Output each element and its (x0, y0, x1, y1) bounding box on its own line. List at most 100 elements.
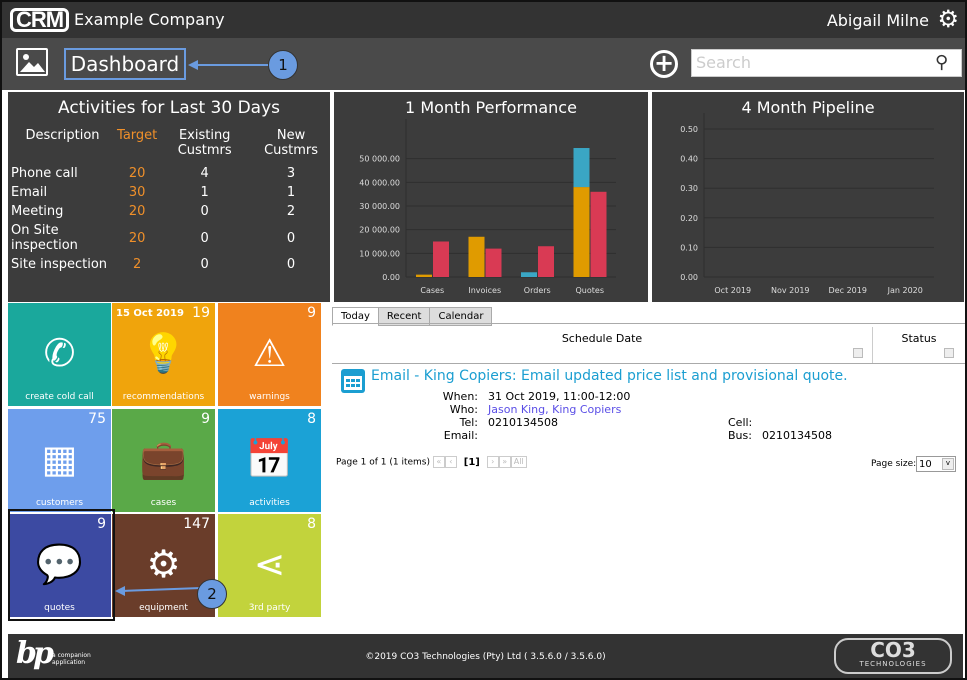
activity-row: Email 30 1 1 (8, 183, 330, 202)
activity-cell: 0 (200, 204, 209, 219)
tile-count: 9 (307, 305, 316, 321)
x-tick-label: Orders (524, 286, 551, 295)
x-tick-label: Jan 2020 (887, 286, 923, 295)
page-title: Dashboard (64, 48, 186, 80)
col-target: Target (117, 128, 158, 143)
last-page-button[interactable]: » (498, 456, 511, 468)
filter-dropdown[interactable] (944, 348, 954, 358)
filter-dropdown[interactable] (853, 348, 863, 358)
tile-3rd-party[interactable]: ⋖ 3rd party 8 (218, 514, 321, 617)
tile-label: cases (150, 498, 177, 508)
y-tick-label: 10 000.00 (359, 249, 400, 258)
selected-tile-outline (8, 509, 115, 621)
when-value: 31 Oct 2019, 11:00-12:00 (488, 390, 631, 403)
activities-table: Description Target Existing Custmrs New … (8, 128, 330, 274)
tile-create-cold-call[interactable]: ✆ create cold call (8, 303, 111, 406)
record-title-link[interactable]: Email - King Copiers: Email updated pric… (371, 368, 848, 384)
chevron-down-icon[interactable]: v (942, 458, 954, 470)
x-tick-label: Quotes (576, 286, 605, 295)
tile-label: warnings (249, 392, 290, 402)
search-input[interactable]: Search (691, 49, 962, 77)
add-icon[interactable]: + (650, 50, 678, 78)
callout-arrow (115, 586, 201, 596)
who-link[interactable]: Jason King, King Copiers (488, 403, 621, 416)
x-tick-label: Dec 2019 (829, 286, 867, 295)
tile-date: 15 Oct 2019 (116, 308, 184, 319)
y-tick-label: 50 000.00 (359, 155, 400, 164)
y-tick-label: 30 000.00 (359, 202, 400, 211)
image-icon[interactable] (16, 48, 48, 76)
building-icon: ▦ (41, 437, 78, 481)
footer: bp a companion application ©2019 CO3 Tec… (8, 634, 963, 678)
activity-cell: 1 (286, 185, 296, 200)
tile-label: activities (249, 498, 290, 508)
col-schedule-date[interactable]: Schedule Date (332, 332, 872, 345)
y-tick-label: 0.50 (680, 125, 698, 134)
crm-logo[interactable]: CRM (10, 8, 70, 32)
tile-label: create cold call (25, 392, 94, 402)
tile-warnings[interactable]: ⚠ warnings 9 (218, 303, 321, 406)
bar-orange (573, 187, 590, 277)
performance-chart: 0.00 10 000.00 20 000.00 30 000.00 40 000.00… (359, 119, 616, 295)
activity-cell: 0 (286, 230, 296, 246)
bar-red (590, 191, 607, 277)
y-tick-label: 0.30 (680, 184, 698, 193)
x-tick-label: Nov 2019 (771, 286, 810, 295)
co3-logo-sub: TECHNOLOGIES (859, 660, 927, 668)
page-size-value: 10 (919, 459, 932, 470)
first-page-button[interactable]: « (432, 456, 445, 468)
callout-arrow (188, 60, 272, 70)
pipeline-chart: 0.00 0.10 0.20 0.30 0.40 0.50 Oct 2019 Nov 2019… (680, 113, 934, 295)
activity-cell: 1 (200, 185, 209, 200)
col-status[interactable]: Status (873, 332, 965, 345)
sub-bar: Dashboard 1 + Search ⚲ (2, 38, 965, 90)
y-tick-label: 0.40 (680, 155, 698, 164)
page-size-label: Page size: (871, 459, 917, 469)
x-tick-label: Cases (420, 286, 444, 295)
activity-cell: On Site inspection (11, 223, 78, 253)
activity-cell: 2 (133, 257, 142, 272)
activity-cell: 3 (286, 166, 296, 181)
when-label: When: (442, 390, 478, 403)
lightbulb-icon: 💡 (139, 331, 188, 375)
bar-orange (468, 236, 485, 277)
email-label: Email: (443, 429, 478, 442)
gear-icon[interactable]: ⚙ (937, 5, 959, 33)
share-icon: ⋖ (253, 542, 286, 586)
callout-2: 2 (197, 579, 227, 609)
co3-logo-text: CO3 (870, 638, 916, 662)
activities-panel: Activities for Last 30 Days Description … (8, 92, 330, 302)
schedule-grid-header: Schedule Date Status (332, 323, 965, 364)
bus-label: Bus: (728, 429, 752, 442)
tile-customers[interactable]: ▦ customers 75 (8, 409, 111, 512)
activity-cell: 20 (128, 204, 146, 219)
next-page-button[interactable]: › (486, 456, 499, 468)
performance-chart-panel: 1 Month Performance 0.00 10 000.00 20 000.… (334, 92, 648, 302)
activity-cell: 2 (286, 204, 296, 219)
col-description: Description (25, 128, 100, 143)
activity-cell: 20 (128, 166, 146, 181)
activity-cell: Email (11, 185, 48, 200)
page-size-select[interactable]: 10 v (916, 456, 956, 472)
cell-label: Cell: (728, 416, 753, 429)
y-tick-label: 40 000.00 (359, 178, 400, 187)
tile-count: 75 (88, 411, 106, 427)
tile-activities[interactable]: 📅 activities 8 (218, 409, 321, 512)
tile-cases[interactable]: 💼 cases 9 (112, 409, 215, 512)
bar-red (433, 241, 449, 277)
copyright: ©2019 CO3 Technologies (Pty) Ltd ( 3.5.6… (365, 652, 606, 662)
search-icon[interactable]: ⚲ (935, 52, 948, 73)
activity-cell: Meeting (11, 204, 64, 219)
activity-row: Phone call 20 4 3 (8, 164, 330, 183)
prev-page-button[interactable]: ‹ (444, 456, 457, 468)
activity-cell: Phone call (11, 166, 78, 181)
y-tick-label: 0.10 (680, 243, 698, 252)
user-name[interactable]: Abigail Milne (827, 11, 929, 30)
tile-recommendations[interactable]: 💡 recommendations 19 15 Oct 2019 (112, 303, 215, 406)
tile-label: 3rd party (248, 603, 291, 613)
all-pages-button[interactable]: All (510, 456, 527, 468)
tel-value: 0210134508 (488, 416, 558, 429)
current-page[interactable]: [1] (464, 457, 480, 468)
bar-blue (573, 148, 590, 188)
y-tick-label: 0.00 (680, 273, 698, 282)
